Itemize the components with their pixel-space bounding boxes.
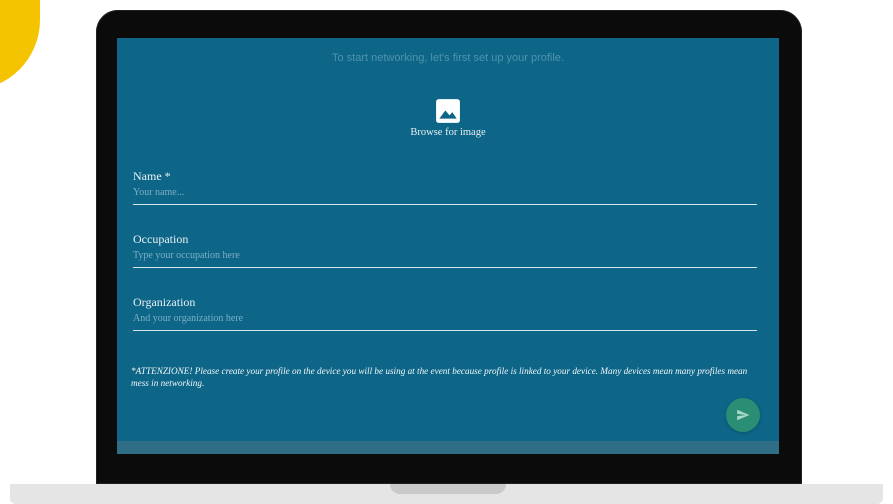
image-icon	[436, 99, 460, 123]
page: To start networking, let's first set up …	[0, 0, 893, 504]
browse-image-label[interactable]: Browse for image	[117, 127, 779, 138]
name-field: Name *	[133, 169, 757, 209]
profile-setup-screen: To start networking, let's first set up …	[117, 38, 779, 454]
laptop-frame: To start networking, let's first set up …	[96, 10, 802, 484]
occupation-label: Occupation	[133, 232, 189, 246]
device-notice: *ATTENZIONE! Please create your profile …	[131, 366, 748, 388]
name-input[interactable]	[133, 187, 757, 205]
intro-text: To start networking, let's first set up …	[332, 52, 564, 64]
organization-label: Organization	[133, 295, 196, 309]
laptop-base	[10, 484, 883, 504]
occupation-input[interactable]	[133, 250, 757, 268]
organization-input[interactable]	[133, 313, 757, 331]
screen-bottom-bar	[117, 441, 779, 454]
image-picker-button[interactable]	[427, 90, 469, 132]
organization-field: Organization	[133, 295, 757, 335]
submit-button[interactable]	[726, 398, 760, 432]
occupation-field: Occupation	[133, 232, 757, 272]
send-icon	[737, 409, 750, 421]
decorative-shape	[0, 0, 40, 90]
laptop-notch	[390, 484, 506, 494]
name-label: Name *	[133, 169, 171, 183]
